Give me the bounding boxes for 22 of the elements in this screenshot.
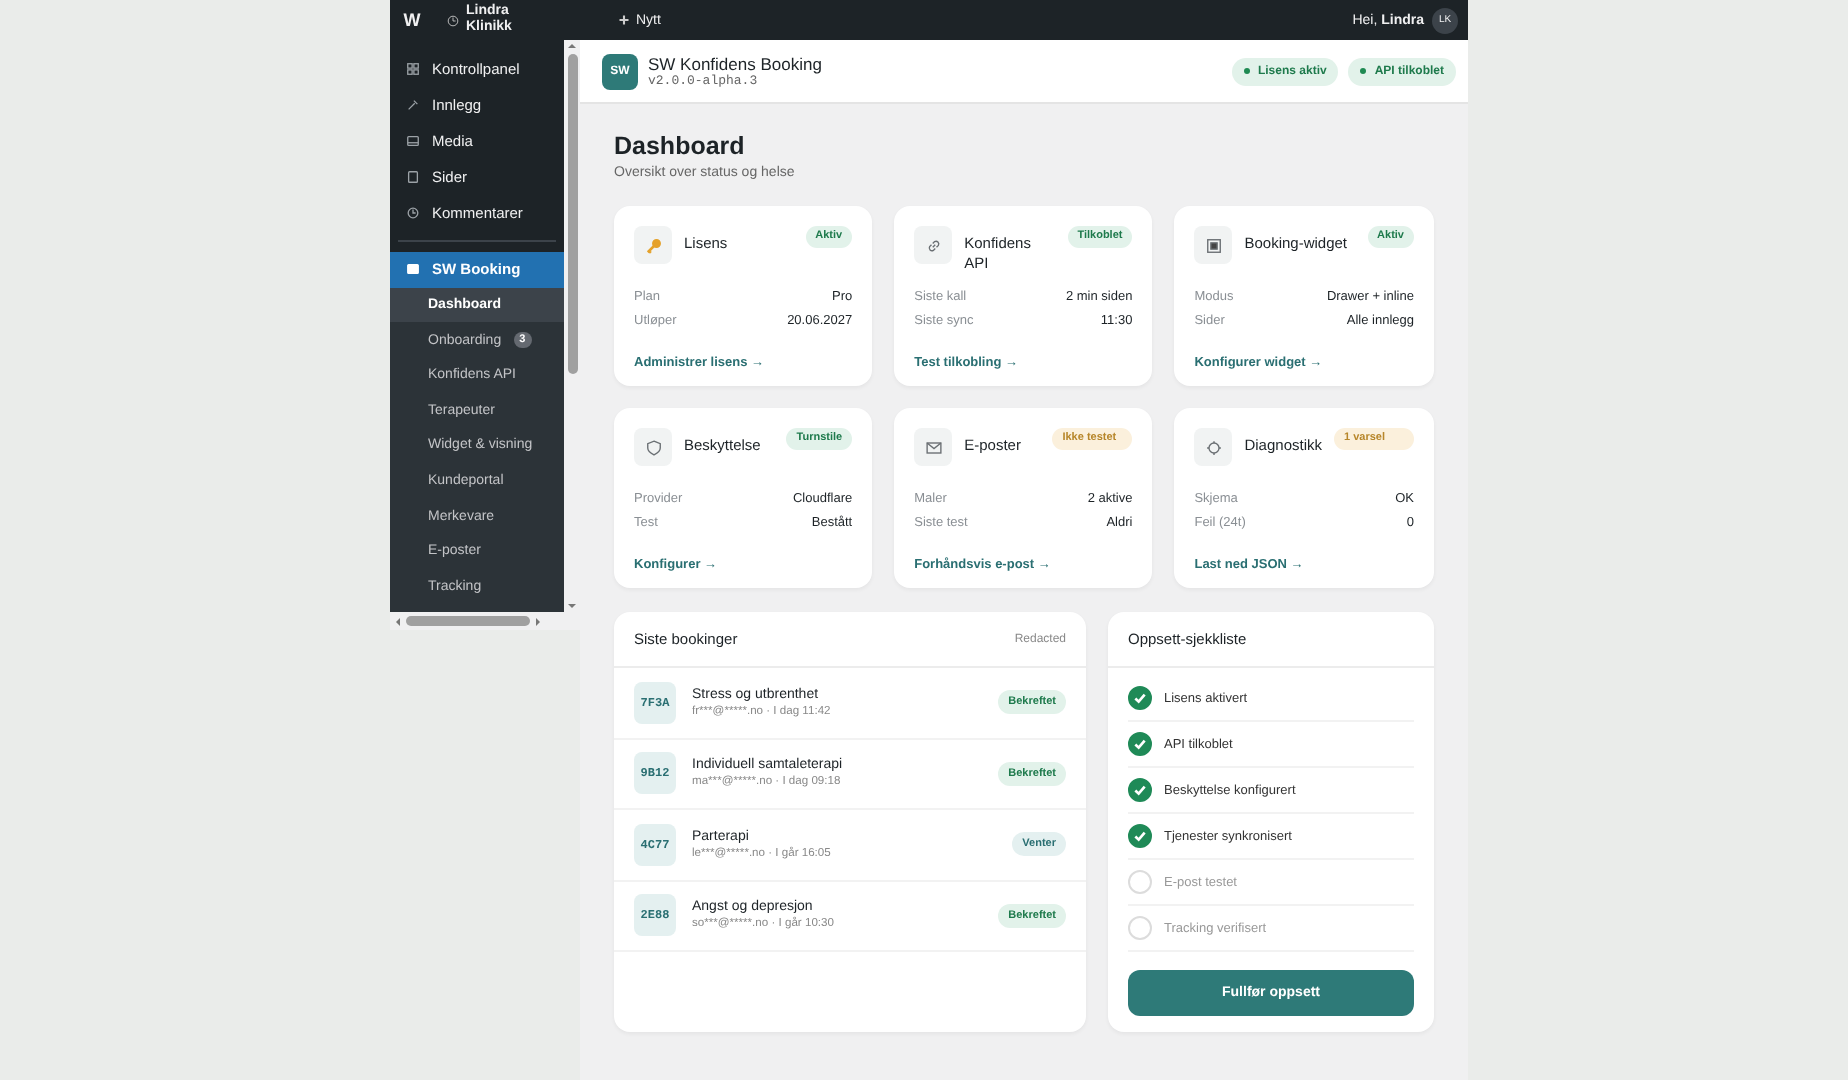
mail-icon (923, 437, 944, 457)
horizontal-scrollbar[interactable] (390, 612, 580, 630)
link-icon (923, 235, 944, 255)
logo-icon[interactable]: W (390, 10, 434, 30)
clock-icon (406, 206, 420, 221)
widget-icon (1203, 235, 1224, 255)
scroll-down-icon[interactable] (568, 604, 576, 608)
plugin-title: SW Konfidens Booking (648, 54, 822, 74)
scroll-thumb[interactable] (406, 616, 530, 626)
plus-icon (618, 14, 630, 26)
shield-icon (643, 437, 663, 457)
pin-icon (406, 97, 420, 112)
page-icon (406, 169, 420, 184)
vertical-scrollbar[interactable] (564, 40, 580, 612)
page-title: Dashboard (614, 132, 747, 160)
media-icon (406, 133, 420, 148)
key-icon (643, 235, 663, 255)
grid-icon (406, 61, 420, 76)
scroll-right-icon[interactable] (536, 617, 540, 625)
scroll-up-icon[interactable] (568, 44, 576, 48)
scroll-left-icon[interactable] (396, 617, 400, 625)
scroll-thumb[interactable] (567, 54, 577, 374)
